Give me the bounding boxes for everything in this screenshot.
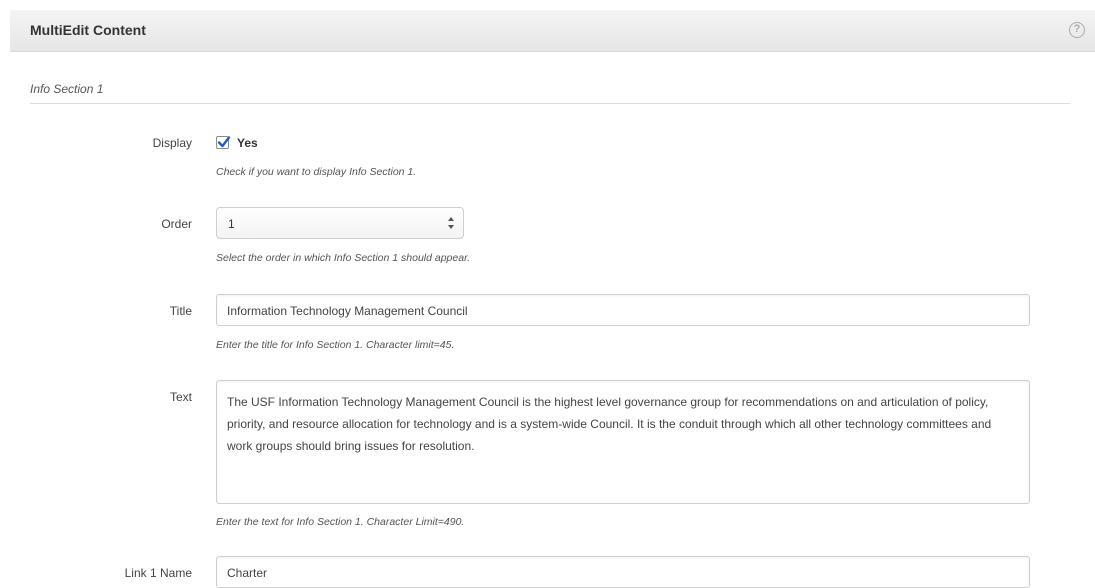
text-help-text: Enter the text for Info Section 1. Chara… [216, 516, 465, 528]
section-divider [30, 103, 1070, 104]
display-checkbox-label[interactable]: Yes [237, 136, 258, 150]
panel-title: MultiEdit Content [30, 22, 146, 38]
title-input[interactable]: Information Technology Management Counci… [216, 294, 1030, 326]
order-label: Order [161, 217, 192, 231]
text-textarea[interactable]: The USF Information Technology Managemen… [216, 380, 1030, 504]
order-select-value: 1 [228, 217, 235, 231]
order-help-text: Select the order in which Info Section 1… [216, 252, 471, 264]
text-label: Text [169, 390, 192, 404]
display-help-text: Check if you want to display Info Sectio… [216, 166, 417, 178]
display-label: Display [152, 136, 192, 150]
title-input-value: Information Technology Management Counci… [227, 304, 468, 318]
link1-name-label: Link 1 Name [124, 566, 192, 580]
panel-header: MultiEdit Content ? [10, 10, 1095, 52]
up-down-arrows-icon [448, 217, 454, 229]
link1-name-input[interactable]: Charter [216, 556, 1030, 588]
checkmark-icon [217, 136, 231, 148]
display-checkbox[interactable] [216, 136, 231, 149]
section-title: Info Section 1 [30, 82, 104, 96]
help-icon[interactable]: ? [1069, 22, 1085, 38]
title-label: Title [169, 304, 192, 318]
title-help-text: Enter the title for Info Section 1. Char… [216, 339, 455, 351]
order-select[interactable]: 1 [216, 207, 464, 239]
text-textarea-value: The USF Information Technology Managemen… [227, 395, 992, 453]
link1-name-input-value: Charter [227, 566, 268, 580]
